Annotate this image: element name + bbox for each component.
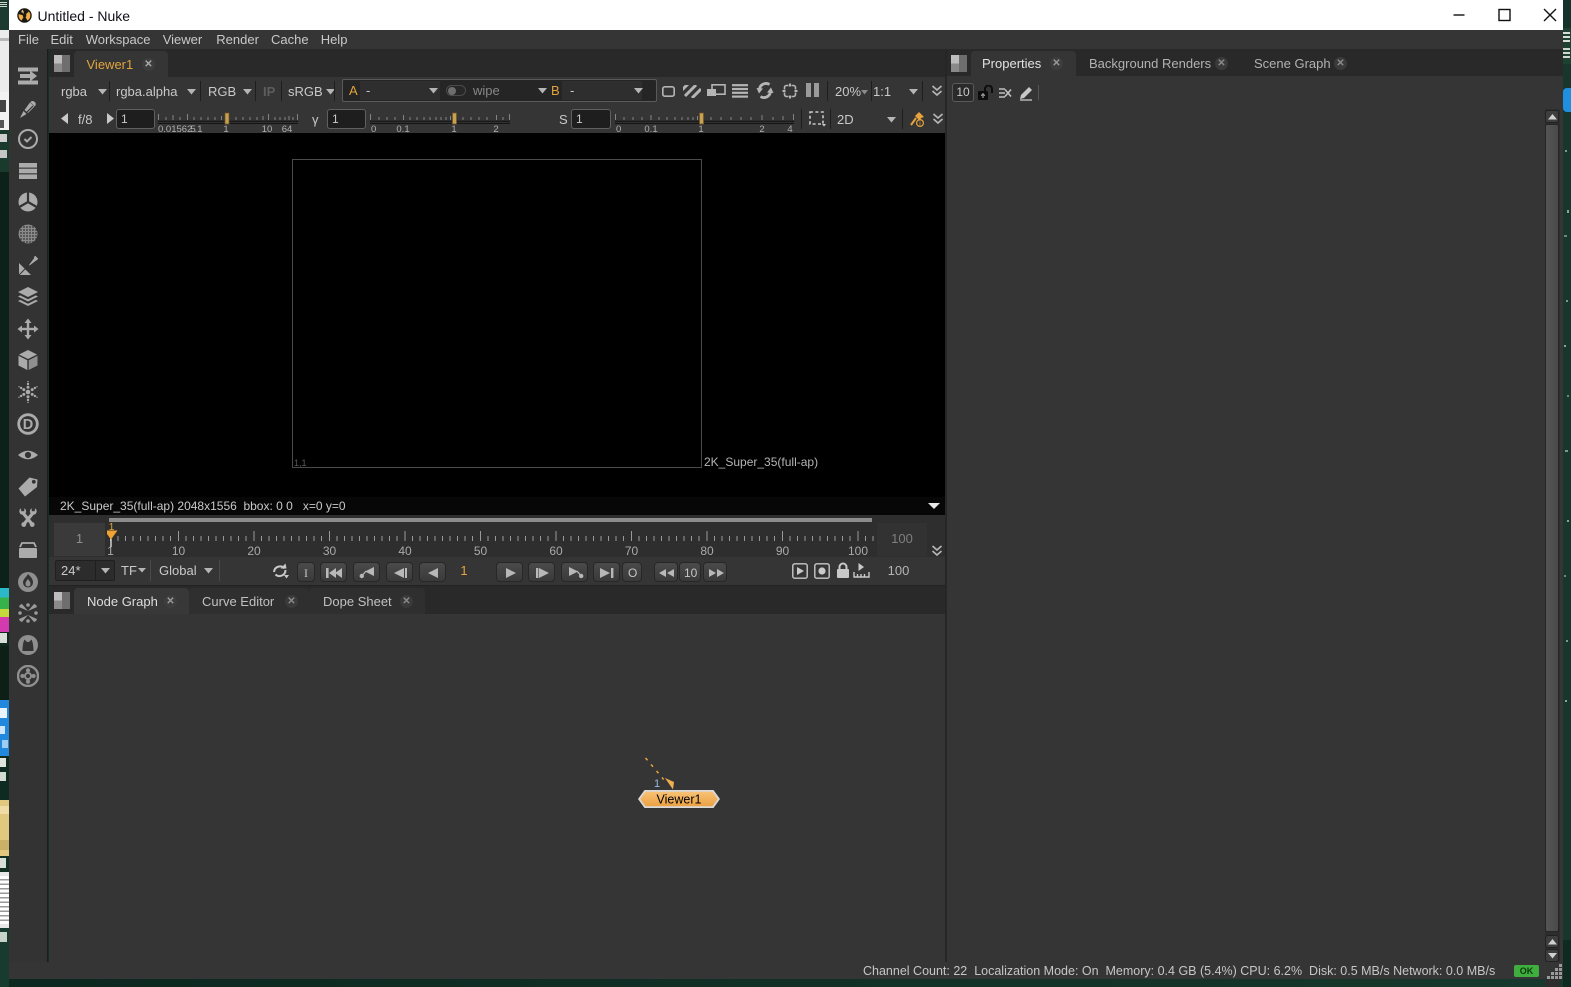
svg-text:64: 64: [282, 124, 293, 132]
svg-text:100: 100: [848, 544, 868, 557]
svg-text:1: 1: [654, 778, 660, 790]
svg-text:20: 20: [247, 544, 261, 557]
svg-text:0.015625.1: 0.015625.1: [158, 124, 203, 132]
svg-text:10: 10: [262, 124, 273, 132]
svg-text:0.1: 0.1: [396, 124, 409, 132]
svg-text:1: 1: [223, 124, 228, 132]
svg-text:30: 30: [323, 544, 337, 557]
svg-text:1: 1: [698, 124, 703, 132]
svg-text:0: 0: [616, 124, 621, 132]
svg-text:40: 40: [398, 544, 412, 557]
svg-text:90: 90: [776, 544, 790, 557]
svg-text:2: 2: [759, 124, 764, 132]
svg-text:i: i: [919, 121, 920, 127]
svg-text:D: D: [23, 417, 33, 433]
svg-text:4: 4: [787, 124, 792, 132]
svg-text:1: 1: [451, 124, 456, 132]
svg-text:50: 50: [474, 544, 488, 557]
svg-text:2: 2: [493, 124, 498, 132]
svg-text:80: 80: [700, 544, 714, 557]
svg-text:0.1: 0.1: [644, 124, 657, 132]
svg-text:0: 0: [371, 124, 376, 132]
svg-text:Viewer1: Viewer1: [657, 793, 702, 807]
svg-text:70: 70: [625, 544, 639, 557]
svg-text:10: 10: [172, 544, 186, 557]
svg-text:60: 60: [549, 544, 563, 557]
